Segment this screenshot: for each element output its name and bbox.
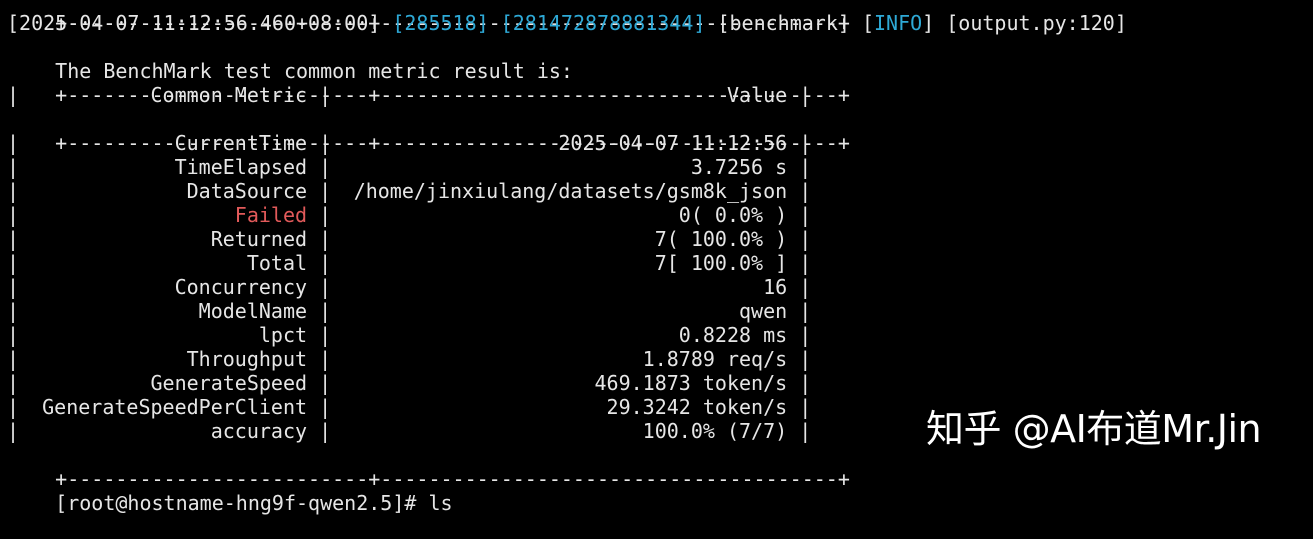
shell-prompt[interactable]: [root@hostname-hng9f-qwen2.5]# ls xyxy=(55,491,452,515)
log-level-close: ] xyxy=(922,11,935,35)
column-separator: | xyxy=(787,251,812,275)
metric-name: CurrentTime xyxy=(174,131,308,155)
header-value: Value xyxy=(726,83,788,107)
column-separator: | xyxy=(787,131,812,155)
table-header-row: | Common Metric | Value | xyxy=(7,83,812,107)
column-separator: | xyxy=(787,203,812,227)
watermark: 知乎 @AI布道Mr.Jin xyxy=(926,407,1262,451)
column-separator: | xyxy=(787,155,812,179)
table-row: | CurrentTime | 2025-04-07 11:12:56 | xyxy=(7,131,1307,155)
table-row: | Concurrency | 16 | xyxy=(7,275,1307,299)
metric-value: 29.3242 token/s xyxy=(606,395,788,419)
column-separator: | xyxy=(7,299,20,323)
metric-name: Concurrency xyxy=(174,275,308,299)
metric-name: lpct xyxy=(258,323,308,347)
log-header-line: [2025-04-07 11:12:56.460+08:00] [285518]… xyxy=(7,11,1307,35)
metric-name: GenerateSpeed xyxy=(150,371,308,395)
metric-name: Failed xyxy=(234,203,308,227)
column-separator: | xyxy=(787,371,812,395)
table-row: | Throughput | 1.8789 req/s | xyxy=(7,347,1307,371)
table-header-border: +-------------------------+-------------… xyxy=(7,107,1307,155)
metric-name: Total xyxy=(246,251,308,275)
metric-value: 0( 0.0% ) xyxy=(678,203,788,227)
metric-name: GenerateSpeedPerClient xyxy=(42,395,308,419)
log-message-line: The BenchMark test common metric result … xyxy=(7,35,1307,83)
column-separator: | xyxy=(7,323,20,347)
table-row: | ModelName | qwen | xyxy=(7,299,1307,323)
metric-value: /home/jinxiulang/datasets/gsm8k_json xyxy=(353,179,788,203)
column-separator: | xyxy=(307,155,344,179)
metric-value: 2025-04-07 11:12:56 xyxy=(558,131,788,155)
column-separator: | xyxy=(7,395,20,419)
column-separator: | xyxy=(787,323,812,347)
metric-value: 469.1873 token/s xyxy=(594,371,788,395)
metric-value: 100.0% (7/7) xyxy=(642,419,788,443)
log-level-open: [ xyxy=(861,11,874,35)
table-row: | DataSource | /home/jinxiulang/datasets/… xyxy=(7,179,1307,203)
log-timestamp: [2025-04-07 11:12:56.460+08:00] xyxy=(7,11,381,35)
column-separator: | xyxy=(307,227,344,251)
metric-value: 7( 100.0% ) xyxy=(654,227,788,251)
column-separator: | xyxy=(307,203,344,227)
table-row: | Total | 7[ 100.0% ] | xyxy=(7,251,1307,275)
metric-name: accuracy xyxy=(210,419,308,443)
column-separator: | xyxy=(7,131,20,155)
shell-prompt-line[interactable]: [root@hostname-hng9f-qwen2.5]# ls xyxy=(7,467,1307,515)
column-separator: | xyxy=(307,251,344,275)
column-separator: | xyxy=(7,203,20,227)
table-row: | Failed | 0( 0.0% ) | xyxy=(7,203,1307,227)
metric-value: 7[ 100.0% ] xyxy=(654,251,788,275)
column-separator: | xyxy=(307,347,344,371)
metric-value: 1.8789 req/s xyxy=(642,347,788,371)
column-separator: | xyxy=(7,155,20,179)
column-separator: | xyxy=(7,347,20,371)
column-separator: | xyxy=(307,323,344,347)
table-row: | TimeElapsed | 3.7256 s | xyxy=(7,155,1307,179)
column-separator: | xyxy=(307,299,344,323)
log-source: [output.py:120] xyxy=(946,11,1127,35)
table-body: | CurrentTime | 2025-04-07 11:12:56 | | Tim… xyxy=(7,131,1307,443)
column-separator: | xyxy=(307,395,344,419)
log-module: [benchmark] xyxy=(717,11,850,35)
metric-value: qwen xyxy=(739,299,788,323)
column-separator: | xyxy=(7,227,20,251)
column-separator: | xyxy=(307,179,344,203)
table-row: | lpct | 0.8228 ms | xyxy=(7,323,1307,347)
column-separator: | xyxy=(7,419,20,443)
metric-name: Returned xyxy=(210,227,308,251)
column-separator: | xyxy=(787,299,812,323)
column-separator: | xyxy=(787,275,812,299)
metric-name: TimeElapsed xyxy=(174,155,308,179)
column-separator: | xyxy=(787,227,812,251)
column-separator: | xyxy=(307,275,344,299)
column-separator: | xyxy=(307,371,344,395)
column-separator: | xyxy=(787,419,812,443)
metric-value: 16 xyxy=(763,275,788,299)
log-thread-id: [281472878881344] xyxy=(500,11,706,35)
metric-name: DataSource xyxy=(186,179,308,203)
previous-table-border: +-------------------------+-------------… xyxy=(7,0,1307,35)
metric-value: 0.8228 ms xyxy=(678,323,788,347)
column-separator: | xyxy=(7,275,20,299)
column-separator: | xyxy=(7,179,20,203)
table-row: | Returned | 7( 100.0% ) | xyxy=(7,227,1307,251)
column-separator: | xyxy=(787,347,812,371)
column-separator: | xyxy=(787,395,812,419)
column-separator: | xyxy=(7,371,20,395)
table-top-border: +-------------------------+-------------… xyxy=(7,59,1307,107)
metric-name: ModelName xyxy=(198,299,308,323)
column-separator: | xyxy=(307,419,344,443)
log-level: INFO xyxy=(874,11,923,35)
column-separator: | xyxy=(307,131,344,155)
log-pid: [285518] xyxy=(392,11,489,35)
column-separator: | xyxy=(787,179,812,203)
metric-name: Throughput xyxy=(186,347,308,371)
column-separator: | xyxy=(7,251,20,275)
header-metric: Common Metric xyxy=(150,83,308,107)
table-row: | GenerateSpeed | 469.1873 token/s | xyxy=(7,371,1307,395)
metric-value: 3.7256 s xyxy=(690,155,788,179)
